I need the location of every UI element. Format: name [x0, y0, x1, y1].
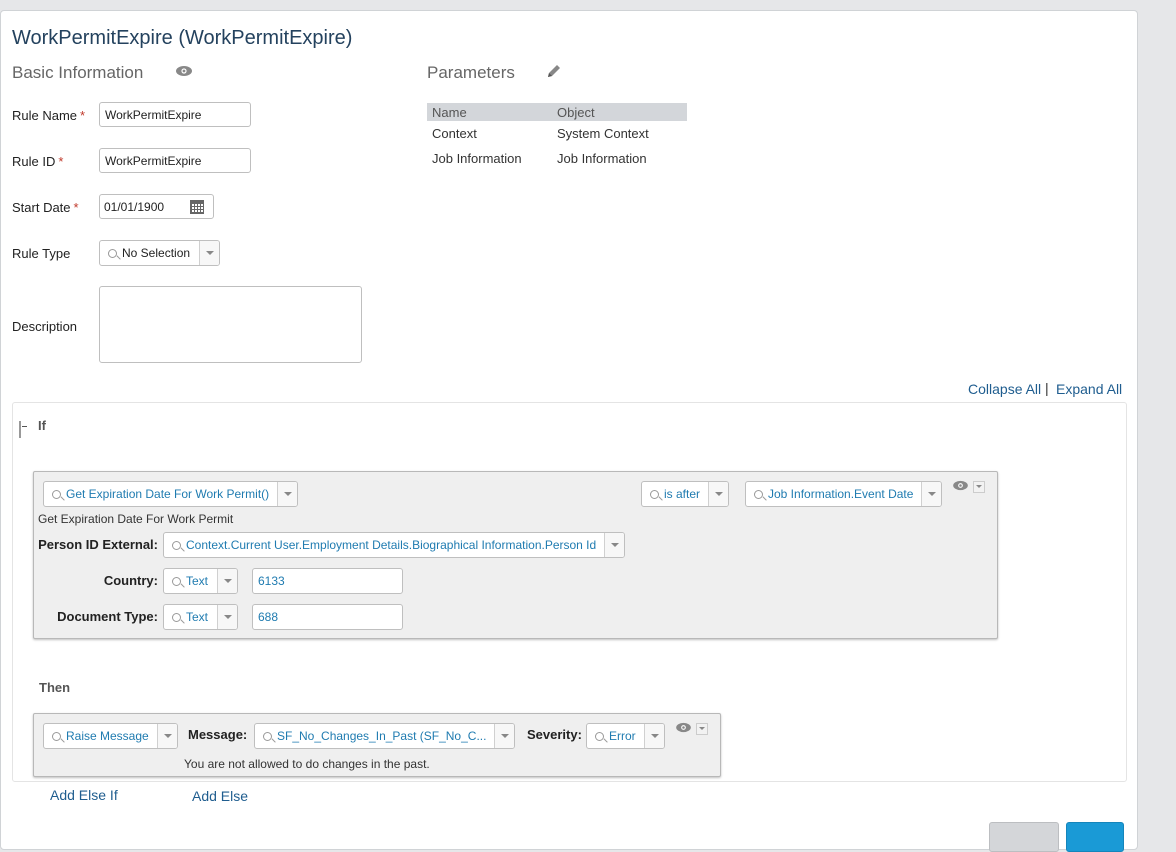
cancel-button[interactable] [989, 822, 1059, 852]
required-marker: * [73, 200, 79, 215]
eye-icon[interactable] [952, 479, 969, 494]
parameter-object: Job Information [557, 151, 647, 166]
rule-id-label: Rule ID * [12, 154, 64, 169]
person-id-external-label: Person ID External: [38, 537, 158, 552]
document-type-select[interactable]: Text [163, 604, 238, 630]
if-label: If [38, 418, 46, 433]
function-caption: Get Expiration Date For Work Permit [38, 512, 234, 526]
basic-information-title: Basic Information [12, 63, 144, 82]
rule-type-label: Rule Type [12, 246, 71, 261]
comparison-field-value: Job Information.Event Date [768, 487, 914, 501]
add-else-if-link[interactable]: Add Else If [50, 787, 118, 803]
parameters-table: Name Object Context System Context Job I… [427, 103, 687, 171]
search-icon [48, 724, 64, 748]
page-title: WorkPermitExpire (WorkPermitExpire) [12, 27, 353, 49]
document-type-value: Text [186, 610, 209, 624]
chevron-down-icon[interactable] [708, 482, 728, 506]
collapse-toggle-icon[interactable] [19, 421, 21, 438]
start-date-input[interactable] [100, 199, 188, 214]
chevron-down-icon[interactable] [494, 724, 514, 748]
description-textarea[interactable] [99, 286, 362, 363]
rule-name-label: Rule Name * [12, 108, 86, 123]
operator-value: is after [664, 487, 701, 501]
table-row: Context System Context [427, 121, 687, 146]
start-date-field [99, 194, 214, 219]
rule-name-input[interactable] [99, 102, 251, 127]
save-button[interactable] [1066, 822, 1124, 852]
calendar-icon[interactable] [190, 199, 204, 214]
message-select[interactable]: SF_No_Changes_In_Past (SF_No_C... [254, 723, 515, 749]
comparison-field-select[interactable]: Job Information.Event Date [745, 481, 942, 507]
search-icon [168, 605, 184, 629]
rule-id-input[interactable] [99, 148, 251, 173]
search-icon [104, 241, 120, 265]
column-header-object: Object [557, 104, 595, 120]
action-value: Raise Message [66, 729, 149, 743]
country-value-input[interactable] [252, 568, 403, 594]
chevron-down-icon[interactable] [644, 724, 664, 748]
pencil-icon[interactable] [546, 63, 562, 82]
search-icon [591, 724, 607, 748]
chevron-down-icon[interactable] [921, 482, 941, 506]
search-icon [750, 482, 766, 506]
rule-card: WorkPermitExpire (WorkPermitExpire) Basi… [0, 10, 1138, 852]
rule-type-select[interactable]: No Selection [99, 240, 220, 266]
search-icon [168, 533, 184, 557]
severity-value: Error [609, 729, 636, 743]
table-row: Job Information Job Information [427, 146, 687, 171]
chevron-down-icon[interactable] [157, 724, 177, 748]
link-separator: | [1045, 380, 1049, 396]
add-else-link[interactable]: Add Else [192, 788, 248, 804]
search-icon [646, 482, 662, 506]
message-label: Message: [188, 727, 248, 742]
chevron-down-icon[interactable] [604, 533, 624, 557]
document-type-label: Document Type: [57, 609, 158, 624]
parameter-name: Context [432, 126, 477, 141]
chevron-down-icon[interactable] [277, 482, 297, 506]
collapse-all-link[interactable]: Collapse All [968, 381, 1041, 397]
eye-icon[interactable] [675, 721, 692, 736]
message-value: SF_No_Changes_In_Past (SF_No_C... [277, 729, 487, 743]
if-expression-actions [952, 479, 985, 494]
column-header-name: Name [432, 104, 467, 120]
chevron-down-icon[interactable] [217, 569, 237, 593]
country-type-select[interactable]: Text [163, 568, 238, 594]
then-expression-actions [675, 721, 708, 736]
required-marker: * [80, 108, 86, 123]
chevron-down-icon[interactable] [973, 480, 985, 493]
severity-label: Severity: [527, 727, 582, 742]
search-icon [259, 724, 275, 748]
expand-all-link[interactable]: Expand All [1056, 381, 1122, 397]
required-marker: * [58, 154, 64, 169]
chevron-down-icon[interactable] [199, 241, 219, 265]
rule-type-value: No Selection [122, 246, 191, 260]
parameters-title: Parameters [427, 63, 515, 82]
description-label: Description [12, 319, 78, 334]
function-select[interactable]: Get Expiration Date For Work Permit() [43, 481, 298, 507]
action-select[interactable]: Raise Message [43, 723, 178, 749]
country-type-value: Text [186, 574, 209, 588]
severity-select[interactable]: Error [586, 723, 665, 749]
parameter-object: System Context [557, 126, 649, 141]
chevron-down-icon[interactable] [217, 605, 237, 629]
parameters-table-header: Name Object [427, 103, 687, 121]
start-date-label: Start Date * [12, 200, 79, 215]
chevron-down-icon[interactable] [696, 722, 708, 735]
search-icon [168, 569, 184, 593]
parameter-name: Job Information [432, 151, 522, 166]
message-text: You are not allowed to do changes in the… [184, 757, 430, 771]
search-icon [48, 482, 64, 506]
country-label: Country: [103, 573, 158, 588]
then-label: Then [39, 680, 71, 695]
person-id-external-value: Context.Current User.Employment Details.… [186, 538, 597, 552]
document-type-value-input[interactable] [252, 604, 403, 630]
function-value: Get Expiration Date For Work Permit() [66, 487, 270, 501]
operator-select[interactable]: is after [641, 481, 729, 507]
person-id-external-select[interactable]: Context.Current User.Employment Details.… [163, 532, 625, 558]
eye-icon[interactable] [175, 65, 193, 80]
